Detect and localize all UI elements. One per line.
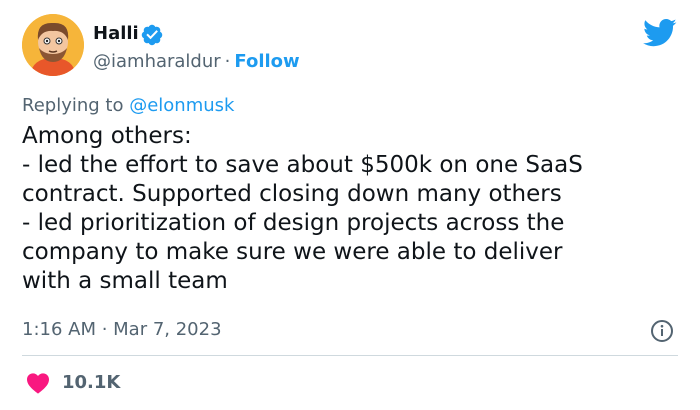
like-button[interactable]: 10.1K bbox=[26, 370, 120, 396]
tweet-timestamp[interactable]: 1:16 AM · Mar 7, 2023 bbox=[22, 318, 222, 342]
info-icon[interactable] bbox=[650, 319, 674, 343]
like-count: 10.1K bbox=[62, 372, 121, 393]
tweet-line: - led the effort to save about $500k on … bbox=[22, 152, 583, 178]
twitter-bird-icon[interactable] bbox=[643, 18, 677, 48]
tweet-line: company to make sure we were able to del… bbox=[22, 239, 563, 265]
avatar[interactable] bbox=[22, 14, 84, 76]
author-display-name[interactable]: Halli bbox=[93, 23, 139, 45]
divider bbox=[22, 355, 678, 356]
tweet-line: - led prioritization of design projects … bbox=[22, 210, 565, 236]
author-handle-row: @iamharaldur · Follow bbox=[93, 50, 300, 74]
tweet-text: Among others: - led the effort to save a… bbox=[22, 122, 682, 296]
replying-to-mention[interactable]: @elonmusk bbox=[129, 95, 234, 116]
follow-button[interactable]: Follow bbox=[234, 51, 299, 72]
tweet-line: Among others: bbox=[22, 123, 192, 149]
tweet-line: with a small team bbox=[22, 268, 228, 294]
verified-badge-icon bbox=[141, 24, 163, 46]
handle-separator: · bbox=[224, 51, 231, 72]
tweet-line: contract. Supported closing down many ot… bbox=[22, 181, 562, 207]
author-handle[interactable]: @iamharaldur bbox=[93, 51, 221, 72]
avatar-illustration bbox=[22, 14, 84, 76]
replying-to: Replying to @elonmusk bbox=[22, 94, 234, 118]
replying-to-label: Replying to bbox=[22, 95, 124, 116]
heart-icon bbox=[27, 373, 49, 394]
